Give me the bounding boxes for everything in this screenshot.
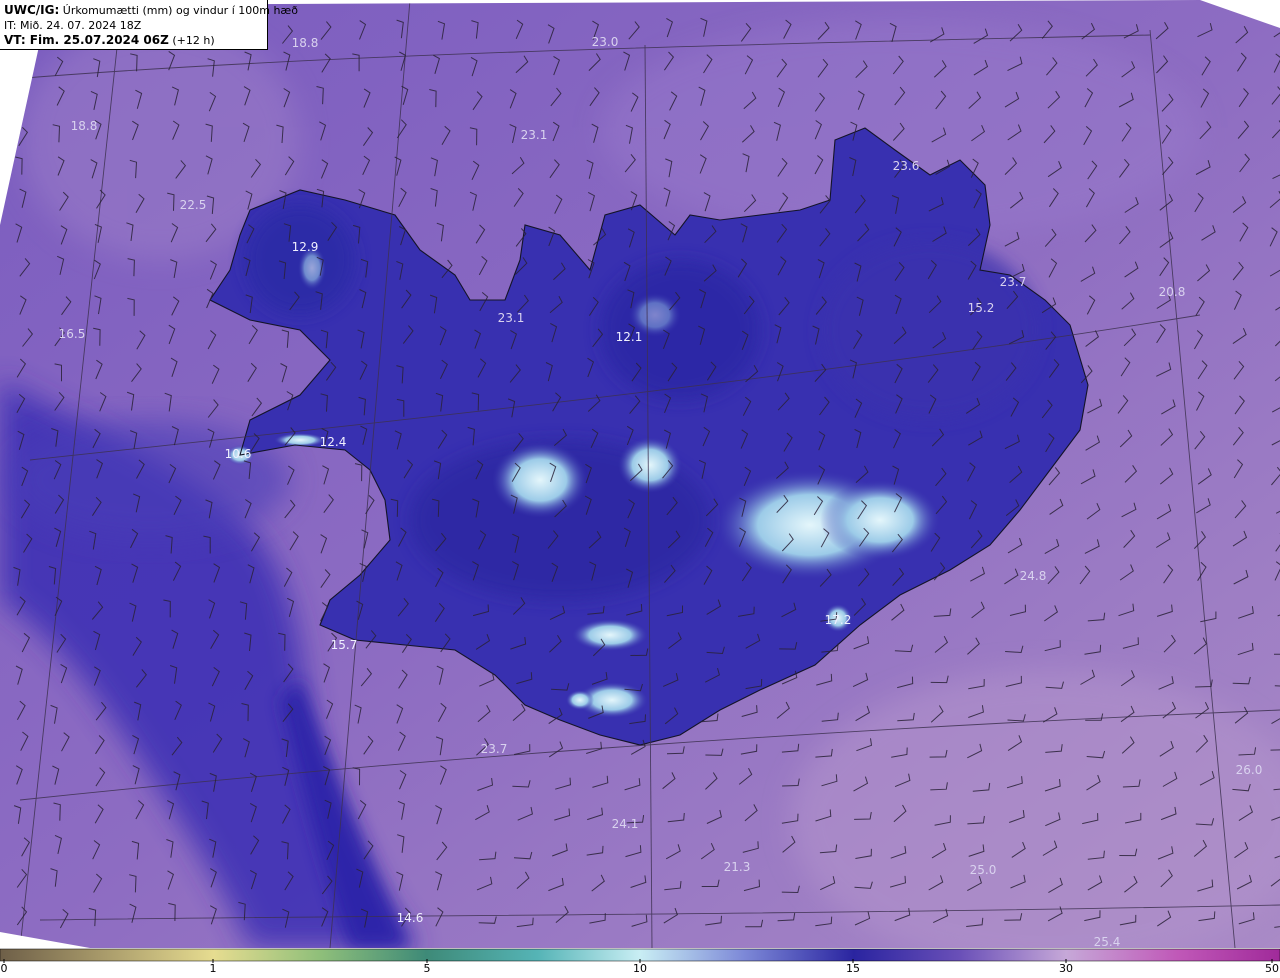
- product-id: UWC/IG:: [4, 3, 60, 17]
- colorbar-tick-label: 30: [1059, 962, 1073, 975]
- precip-value-label: 23.1: [521, 128, 548, 142]
- precip-value-label: 10.6: [225, 447, 252, 461]
- colorbar-tick-label: 15: [846, 962, 860, 975]
- valid-time: VT: Fim. 25.07.2024 06Z: [4, 33, 169, 47]
- colorbar-tick-label: 5: [423, 962, 431, 975]
- precip-value-label: 15.2: [968, 301, 995, 315]
- precip-value-label: 23.0: [592, 35, 619, 49]
- precip-value-label: 24.1: [612, 817, 639, 831]
- precip-value-label: 25.4: [1094, 935, 1121, 948]
- precip-value-label: 23.1: [498, 311, 525, 325]
- product-description: Úrkomumætti (mm) og vindur í 100m hæð: [62, 4, 298, 17]
- colorbar-tick-label: 10: [633, 962, 647, 975]
- precip-value-label: 23.6: [893, 159, 920, 173]
- precip-value-label: 22.5: [180, 198, 207, 212]
- precip-value-label: 25.0: [970, 863, 997, 877]
- precip-value-label: 12.1: [616, 330, 643, 344]
- map-info-box: UWC/IG: Úrkomumætti (mm) og vindur í 100…: [0, 0, 298, 50]
- precipitable-water-map: 18.8 23.0 18.8 23.1 23.6 22.5 12.9 23.7 20.8 16.5…: [0, 0, 1280, 948]
- precip-value-label: 16.5: [59, 327, 86, 341]
- colorbar-tick-label: 0: [0, 962, 8, 975]
- precip-value-label: 23.7: [1000, 275, 1027, 289]
- precip-value-label: 21.3: [724, 860, 751, 874]
- precip-value-label: 12.9: [292, 240, 319, 254]
- colorbar-tick-label: 1: [209, 962, 217, 975]
- precip-value-label: 18.8: [71, 119, 98, 133]
- precip-value-label: 18.8: [292, 36, 319, 50]
- precip-value-label: 24.8: [1020, 569, 1047, 583]
- precip-value-label: 23.7: [481, 742, 508, 756]
- precip-value-label: 17.2: [825, 613, 852, 627]
- init-time: IT: Mið. 24. 07. 2024 18Z: [4, 19, 142, 32]
- precip-value-label: 15.7: [331, 638, 358, 652]
- forecast-hour: (+12 h): [168, 34, 215, 47]
- precip-value-label: 26.0: [1236, 763, 1263, 777]
- colorbar-tick-label: 50: [1265, 962, 1279, 975]
- precip-value-label: 14.6: [397, 911, 424, 925]
- precip-value-label: 20.8: [1159, 285, 1186, 299]
- precip-value-label: 12.4: [320, 435, 347, 449]
